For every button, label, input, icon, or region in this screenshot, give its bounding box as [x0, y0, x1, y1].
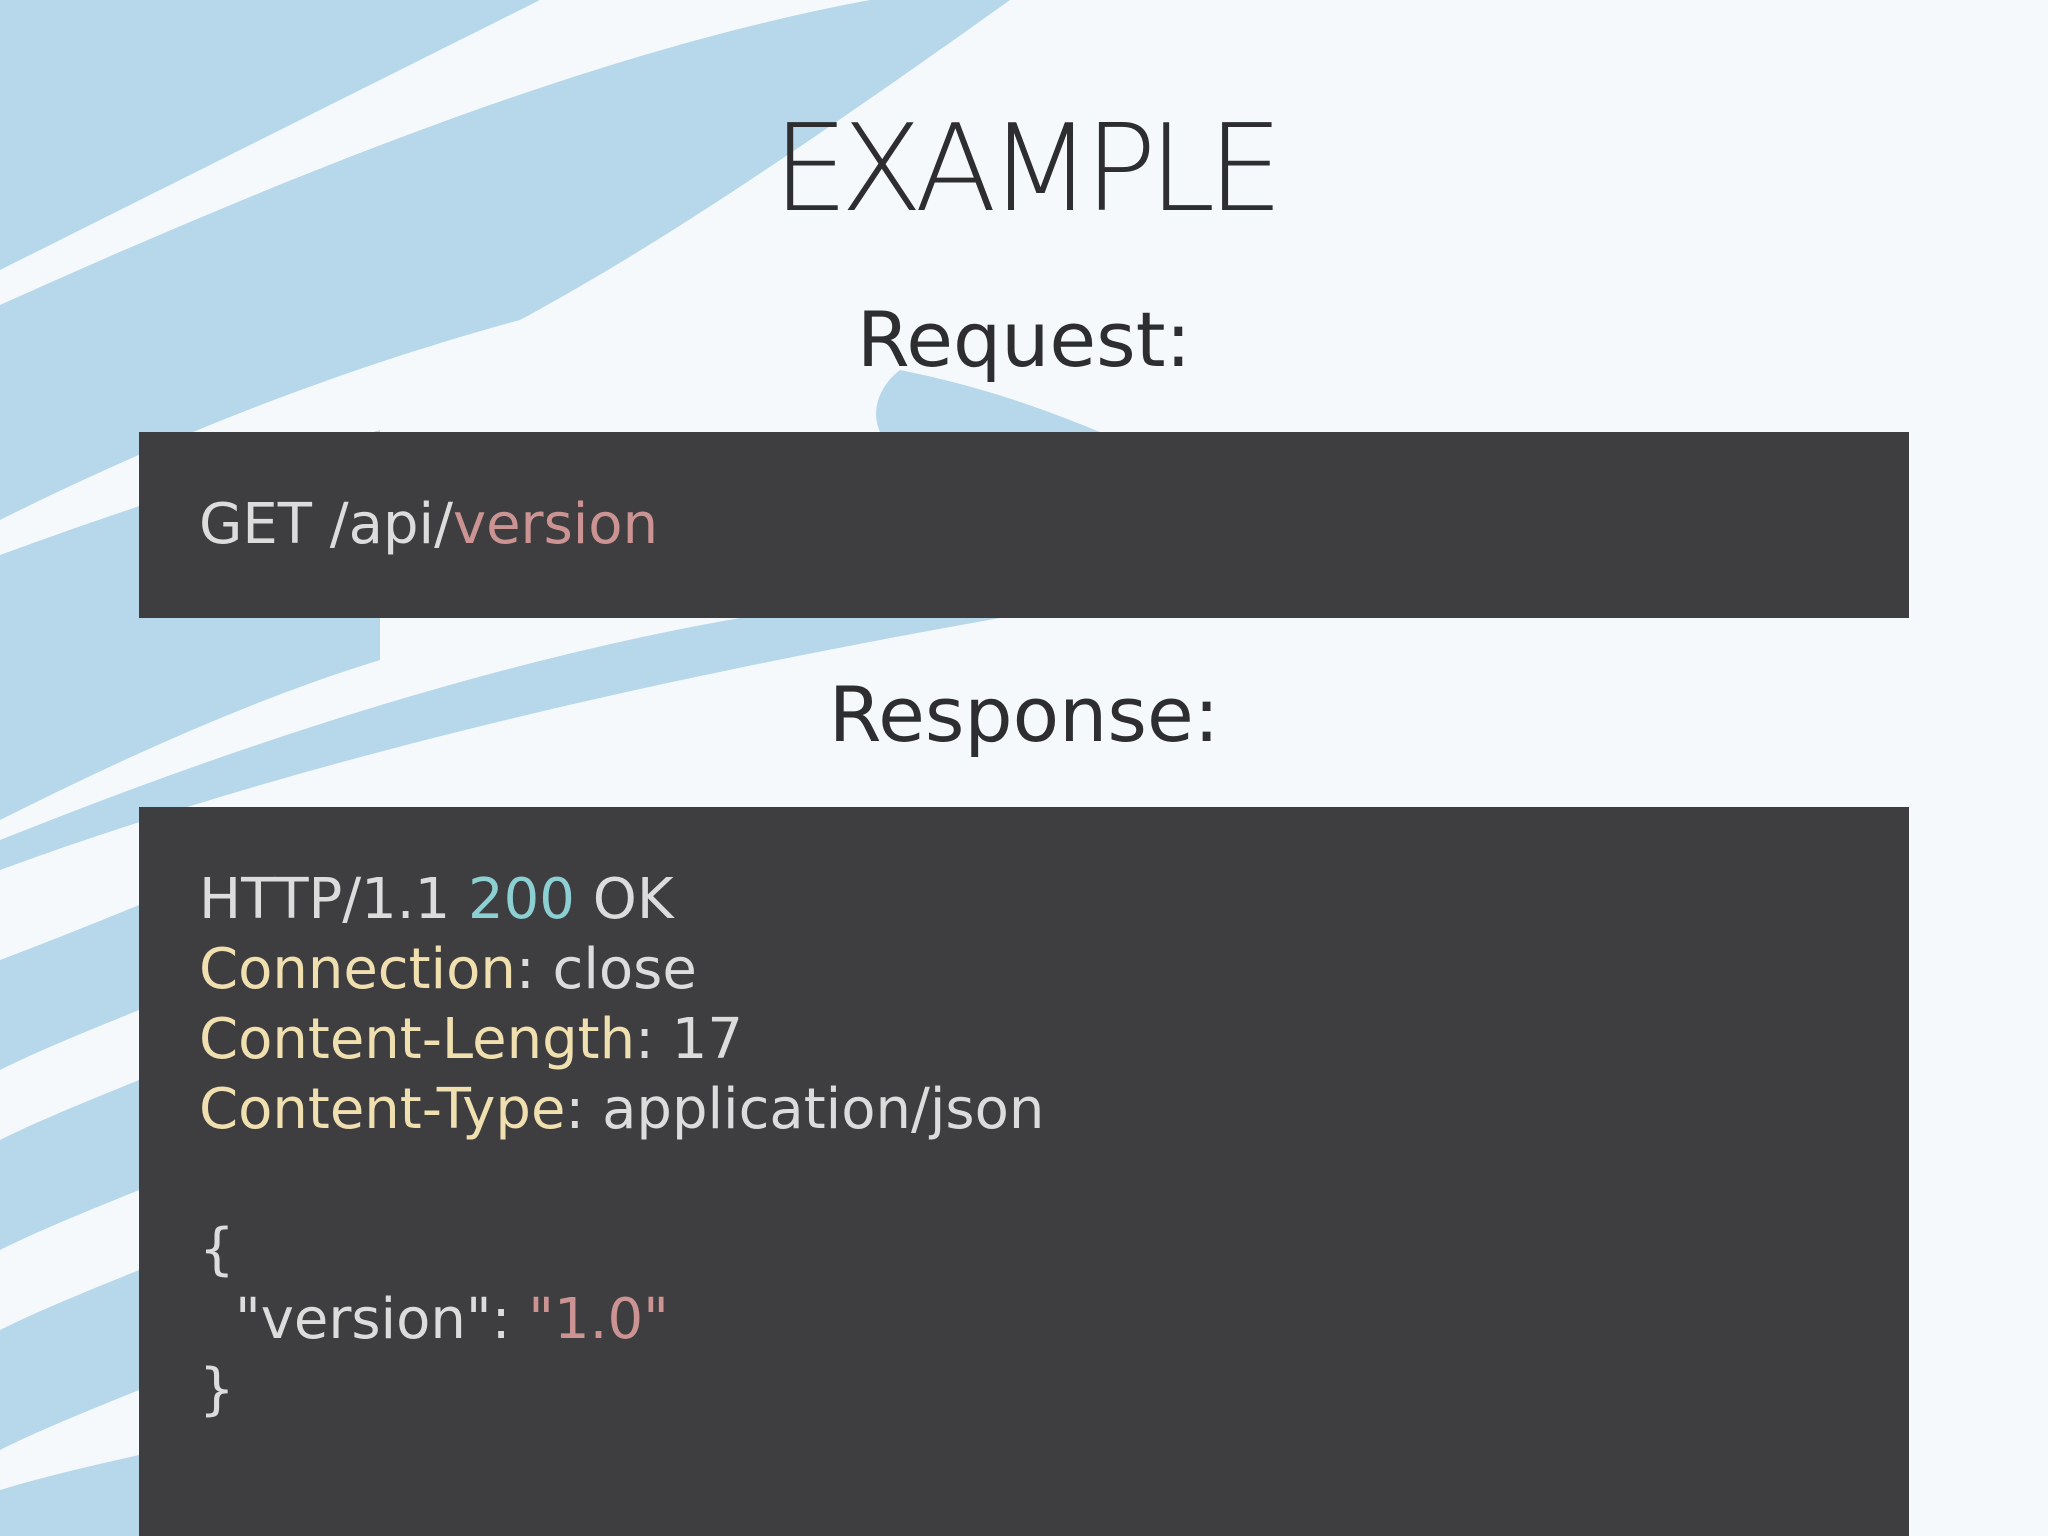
status-protocol: HTTP/1.1	[199, 867, 469, 932]
response-code-block: HTTP/1.1 200 OK Connection: close Content-…	[139, 807, 1909, 1536]
header-separator: :	[635, 1007, 672, 1072]
header-name: Content-Type	[199, 1077, 566, 1142]
header-value: close	[552, 937, 697, 1002]
header-value: 17	[671, 1007, 744, 1072]
background-stripe-7	[0, 1080, 139, 1250]
header-value: application/json	[602, 1077, 1045, 1142]
request-resource: version	[452, 492, 659, 557]
status-code: 200	[468, 867, 575, 932]
json-value: "1.0"	[528, 1287, 669, 1352]
request-method-path: GET /api/	[199, 492, 453, 557]
header-line-content-length: Content-Length: 17	[199, 1005, 1909, 1075]
response-heading: Response:	[828, 670, 1220, 759]
background-stripe-9	[0, 1455, 139, 1536]
header-separator: :	[515, 937, 553, 1002]
json-brace: {	[199, 1217, 235, 1282]
status-line: HTTP/1.1 200 OK	[199, 865, 1909, 935]
header-line-content-type: Content-Type: application/json	[199, 1075, 1909, 1145]
slide-title: EXAMPLE	[772, 100, 1284, 239]
header-name: Connection	[199, 937, 516, 1002]
json-close-brace: }	[199, 1355, 1909, 1425]
json-version-line: "version": "1.0"	[199, 1285, 1909, 1355]
request-heading: Request:	[856, 295, 1192, 384]
status-text: OK	[574, 867, 674, 932]
background-stripe-8	[0, 1270, 139, 1450]
request-code-block: GET /api/version	[139, 432, 1909, 618]
header-name: Content-Length	[199, 1007, 636, 1072]
json-open-brace: {	[199, 1215, 1909, 1285]
header-line-connection: Connection: close	[199, 935, 1909, 1005]
request-line: GET /api/version	[199, 490, 1909, 560]
header-separator: :	[565, 1077, 603, 1142]
json-key: "version":	[235, 1287, 529, 1352]
background-stripe-6	[0, 905, 139, 1070]
json-brace: }	[199, 1357, 235, 1422]
